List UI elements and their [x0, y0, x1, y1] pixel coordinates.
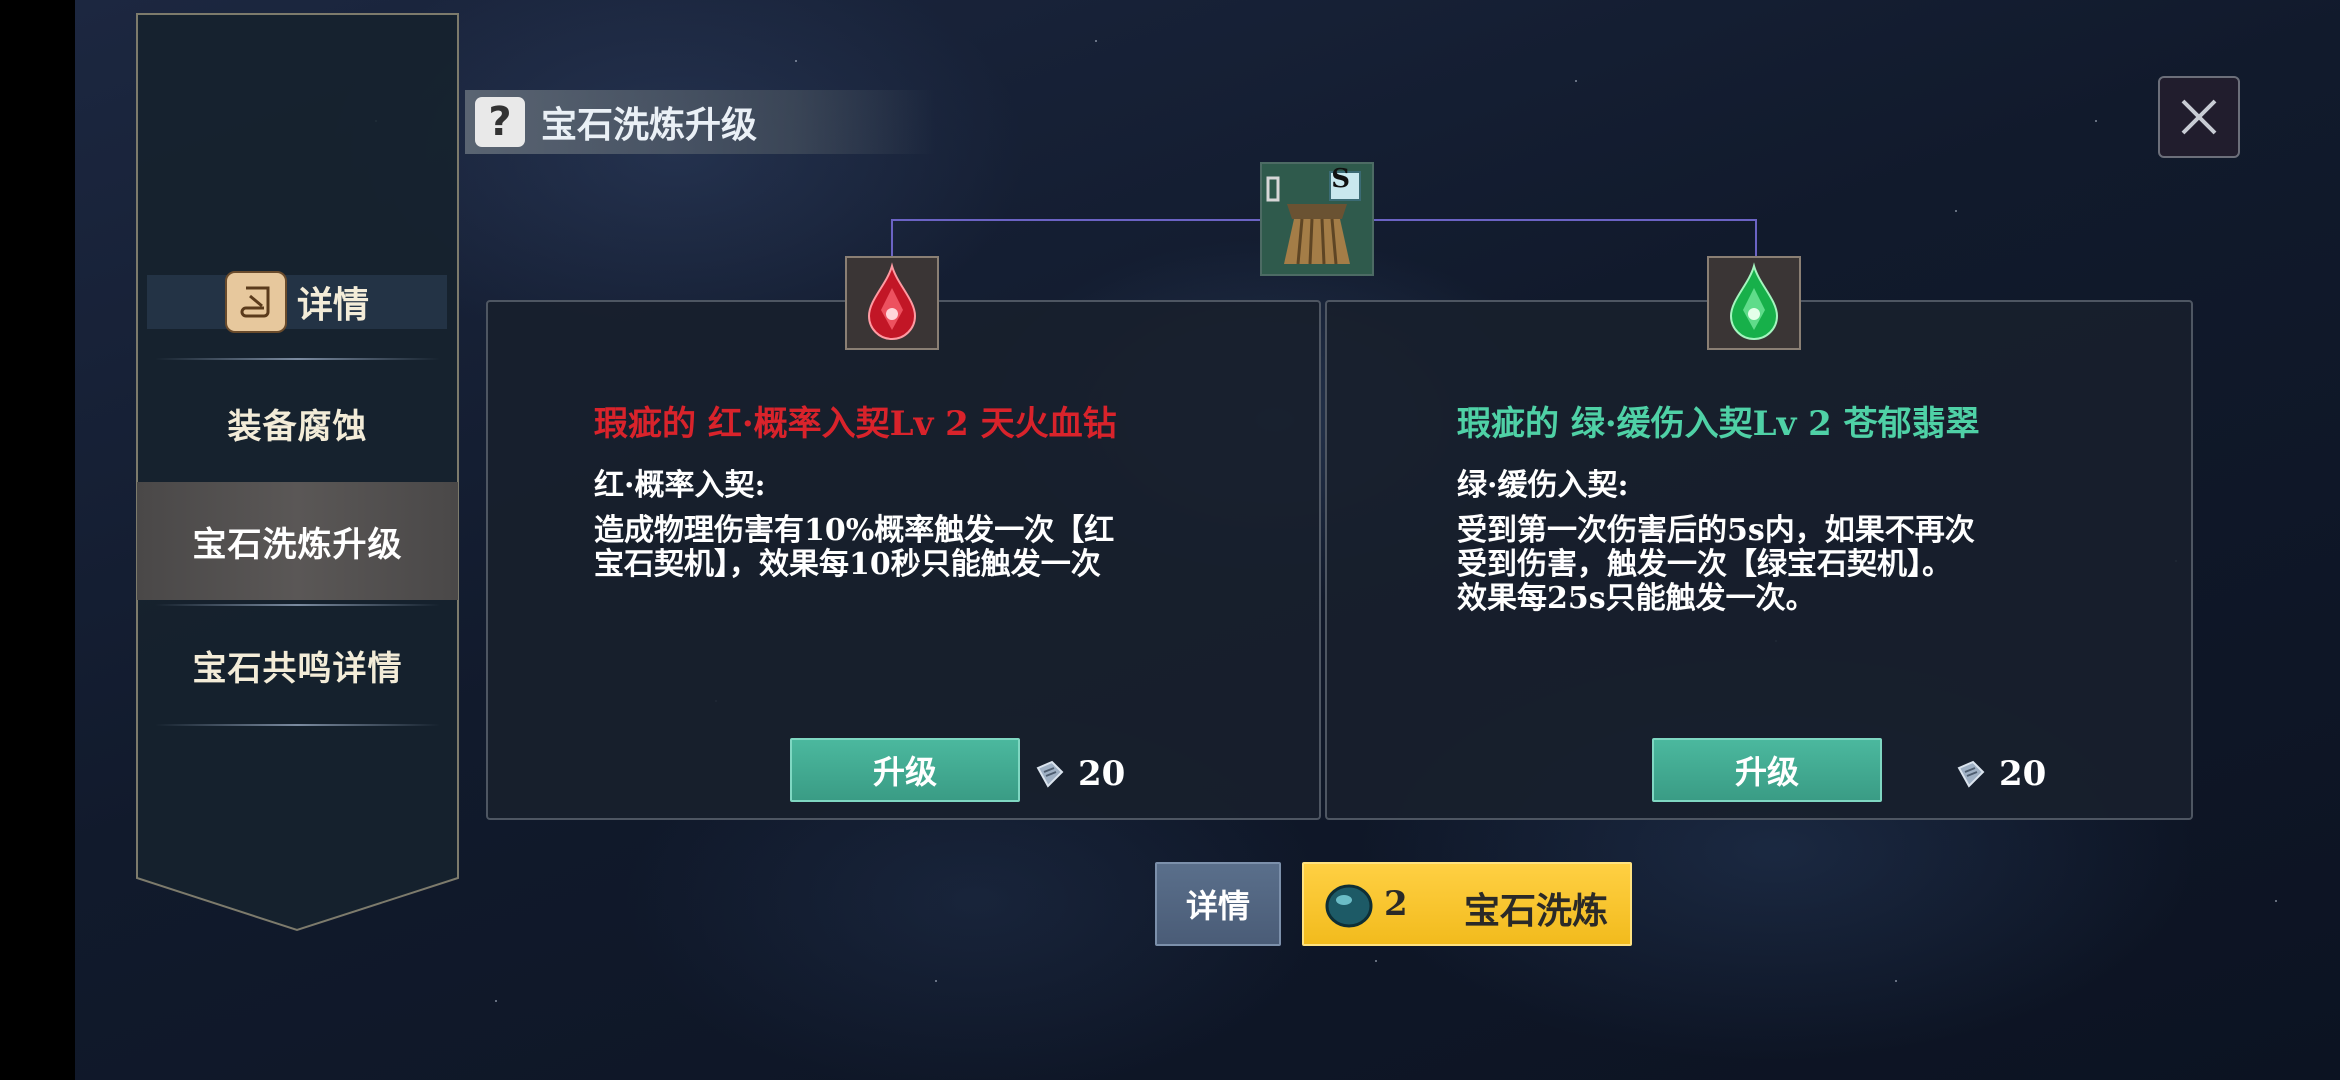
equipment-tassel-icon[interactable]: S — [1260, 162, 1374, 276]
refine-stone-icon — [1325, 884, 1373, 928]
details-button[interactable]: 详情 — [1155, 862, 1281, 946]
material-book-icon — [1957, 760, 1985, 788]
details-button-label: 详情 — [1185, 887, 1250, 925]
gem-title: 瑕疵的 红·概率入契Lv 2 天火血钻 — [594, 404, 1117, 444]
upgrade-cost: 20 — [1034, 754, 1125, 794]
effect-description: 受到第一次伤害后的5s内，如果不再次 受到伤害，触发一次【绿宝石契机】。 效果每… — [1457, 513, 1975, 616]
upgrade-button[interactable]: 升级 — [790, 738, 1020, 802]
upgrade-cost: 20 — [1955, 754, 2046, 794]
upgrade-button[interactable]: 升级 — [1652, 738, 1882, 802]
gem-title: 瑕疵的 绿·缓伤入契Lv 2 苍郁翡翠 — [1457, 404, 1980, 444]
grade-badge: S — [1331, 164, 1350, 194]
gem-card-red: 瑕疵的 红·概率入契Lv 2 天火血钻 红·概率入契: 造成物理伤害有10%概率… — [486, 300, 1321, 820]
cost-value: 20 — [1078, 754, 1126, 794]
effect-name: 绿·缓伤入契: — [1457, 468, 1629, 503]
refine-stone-count: 2 — [1384, 884, 1408, 924]
upgrade-button-label: 升级 — [872, 753, 937, 791]
material-book-icon — [1036, 760, 1064, 788]
red-gem-icon — [867, 262, 917, 340]
effect-description: 造成物理伤害有10%概率触发一次【红 宝石契机】，效果每10秒只能触发一次 — [594, 513, 1115, 582]
green-gem-icon — [1729, 262, 1779, 340]
cost-value: 20 — [1999, 754, 2047, 794]
gem-card-green: 瑕疵的 绿·缓伤入契Lv 2 苍郁翡翠 绿·缓伤入契: 受到第一次伤害后的5s内… — [1325, 300, 2193, 820]
upgrade-button-label: 升级 — [1734, 753, 1799, 791]
effect-name: 红·概率入契: — [594, 468, 766, 503]
gem-refine-button[interactable]: 2 宝石洗炼 — [1302, 862, 1632, 946]
refine-button-label: 宝石洗炼 — [1464, 890, 1609, 932]
red-gem-slot[interactable] — [845, 256, 939, 350]
green-gem-slot[interactable] — [1707, 256, 1801, 350]
